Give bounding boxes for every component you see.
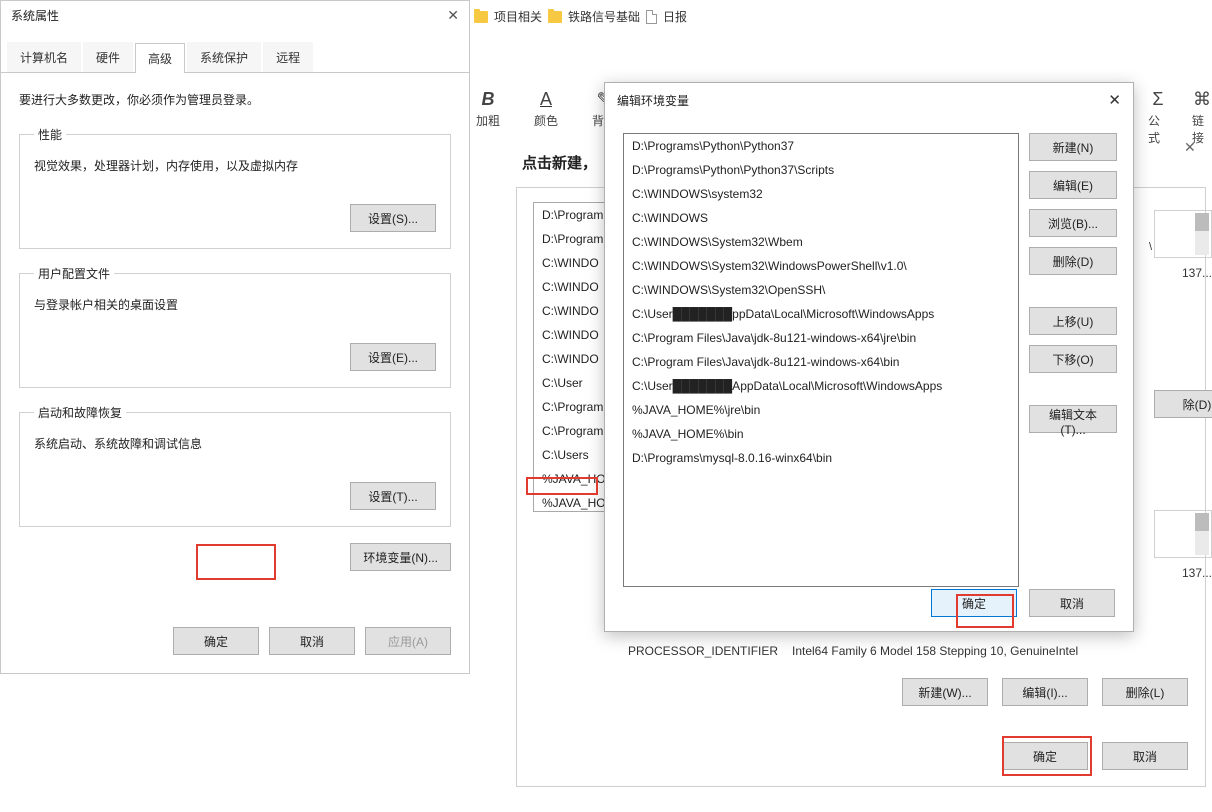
cancel-button[interactable]: 取消: [1029, 589, 1115, 617]
user-profile-group: 用户配置文件 与登录帐户相关的桌面设置 设置(E)...: [19, 265, 451, 388]
path-entry[interactable]: C:\WINDOWS\System32\WindowsPowerShell\v1…: [624, 254, 1018, 278]
file-icon: [646, 10, 657, 24]
system-properties-window: 系统属性 ✕ 计算机名硬件高级系统保护远程 要进行大多数更改，你必须作为管理员登…: [0, 0, 470, 674]
tool-label: 公式: [1148, 112, 1168, 146]
settings-button[interactable]: 设置(S)...: [350, 204, 436, 232]
env-value: Intel64 Family 6 Model 158 Stepping 10, …: [792, 644, 1078, 658]
breadcrumb-item[interactable]: 日报: [663, 8, 687, 25]
link-icon: ⌘: [1193, 88, 1211, 110]
color-icon: A: [540, 88, 552, 110]
path-entry[interactable]: %JAVA_HOME%\bin: [624, 422, 1018, 446]
group-description: 系统启动、系统故障和调试信息: [34, 435, 436, 452]
format-toolbar: B 加粗 A 颜色 ✎ 背景: [476, 88, 616, 129]
settings-button[interactable]: 设置(T)...: [350, 482, 436, 510]
admin-note: 要进行大多数更改，你必须作为管理员登录。: [19, 91, 451, 108]
sigma-icon: Σ: [1152, 88, 1163, 110]
folder-icon: [474, 11, 488, 23]
cancel-button[interactable]: 取消: [1102, 742, 1188, 770]
link-tool[interactable]: ⌘ 链接: [1192, 88, 1212, 146]
instruction-text: 点击新建，: [522, 152, 597, 173]
tool-label: 颜色: [534, 112, 558, 129]
path-entry[interactable]: C:\Program Files\Java\jdk-8u121-windows-…: [624, 350, 1018, 374]
edit-button[interactable]: 编辑(I)...: [1002, 678, 1088, 706]
path-entry[interactable]: D:\Programs\mysql-8.0.16-winx64\bin: [624, 446, 1018, 470]
settings-button[interactable]: 设置(E)...: [350, 343, 436, 371]
new-button[interactable]: 新建(W)...: [902, 678, 988, 706]
bold-icon: B: [482, 88, 495, 110]
path-entry[interactable]: C:\Program Files\Java\jdk-8u121-windows-…: [624, 326, 1018, 350]
delete-button[interactable]: 删除(D): [1029, 247, 1117, 275]
path-entry[interactable]: D:\Programs\Python\Python37: [624, 134, 1018, 158]
tool-label: 加粗: [476, 112, 500, 129]
edit-button[interactable]: 编辑(E): [1029, 171, 1117, 199]
color-tool[interactable]: A 颜色: [534, 88, 558, 129]
tab-0[interactable]: 计算机名: [7, 42, 81, 72]
fragment-text: 137...: [1154, 566, 1212, 580]
partial-panel-right: \ 137... 除(D) 137...: [1154, 210, 1212, 596]
path-entry[interactable]: C:\User███████AppData\Local\Microsoft\Wi…: [624, 374, 1018, 398]
close-icon[interactable]: ✕: [1108, 91, 1121, 109]
environment-variables-button[interactable]: 环境变量(N)...: [350, 543, 451, 571]
dialog-title: 编辑环境变量: [617, 92, 689, 109]
path-entry[interactable]: C:\WINDOWS\System32\Wbem: [624, 230, 1018, 254]
path-entry[interactable]: C:\WINDOWS: [624, 206, 1018, 230]
breadcrumb-item[interactable]: 铁路信号基础: [568, 8, 640, 25]
path-entries-list[interactable]: D:\Programs\Python\Python37D:\Programs\P…: [623, 133, 1019, 587]
window-title: 系统属性: [11, 7, 59, 24]
delete-button-fragment[interactable]: 除(D): [1154, 390, 1212, 418]
format-toolbar-right: Σ 公式 ⌘ 链接: [1148, 88, 1212, 146]
env-key: PROCESSOR_IDENTIFIER: [628, 644, 792, 658]
move-up-button[interactable]: 上移(U): [1029, 307, 1117, 335]
edit-environment-variable-dialog: 编辑环境变量 ✕ D:\Programs\Python\Python37D:\P…: [604, 82, 1134, 632]
apply-button: 应用(A): [365, 627, 451, 655]
group-legend: 启动和故障恢复: [34, 404, 126, 421]
tab-4[interactable]: 远程: [263, 42, 313, 72]
path-entry[interactable]: C:\User███████ppData\Local\Microsoft\Win…: [624, 302, 1018, 326]
cancel-button[interactable]: 取消: [269, 627, 355, 655]
browse-button[interactable]: 浏览(B)...: [1029, 209, 1117, 237]
group-description: 与登录帐户相关的桌面设置: [34, 296, 436, 313]
startup-recovery-group: 启动和故障恢复 系统启动、系统故障和调试信息 设置(T)...: [19, 404, 451, 527]
path-entry[interactable]: C:\WINDOWS\System32\OpenSSH\: [624, 278, 1018, 302]
path-entry[interactable]: C:\WINDOWS\system32: [624, 182, 1018, 206]
group-description: 视觉效果，处理器计划，内存使用，以及虚拟内存: [34, 157, 436, 174]
ok-button[interactable]: 确定: [931, 589, 1017, 617]
folder-icon: [548, 11, 562, 23]
ok-button[interactable]: 确定: [173, 627, 259, 655]
group-legend: 性能: [34, 126, 66, 143]
bold-tool[interactable]: B 加粗: [476, 88, 500, 129]
edit-text-button[interactable]: 编辑文本(T)...: [1029, 405, 1117, 433]
group-legend: 用户配置文件: [34, 265, 114, 282]
path-entry[interactable]: D:\Programs\Python\Python37\Scripts: [624, 158, 1018, 182]
ok-button[interactable]: 确定: [1002, 742, 1088, 770]
path-entry[interactable]: %JAVA_HOME%\jre\bin: [624, 398, 1018, 422]
formula-tool[interactable]: Σ 公式: [1148, 88, 1168, 146]
tab-3[interactable]: 系统保护: [187, 42, 261, 72]
tab-bar: 计算机名硬件高级系统保护远程: [1, 42, 469, 73]
tab-1[interactable]: 硬件: [83, 42, 133, 72]
performance-group: 性能 视觉效果，处理器计划，内存使用，以及虚拟内存 设置(S)...: [19, 126, 451, 249]
env-bottom-buttons: 新建(W)... 编辑(I)... 删除(L): [902, 678, 1188, 706]
list-action-buttons: 新建(N) 编辑(E) 浏览(B)... 删除(D) 上移(U) 下移(O) 编…: [1029, 133, 1117, 443]
breadcrumb: 项目相关 铁路信号基础 日报: [474, 8, 687, 25]
fragment-text: \: [1149, 241, 1152, 253]
close-icon[interactable]: ✕: [1184, 139, 1196, 156]
delete-button[interactable]: 删除(L): [1102, 678, 1188, 706]
close-icon[interactable]: ✕: [447, 7, 459, 24]
new-button[interactable]: 新建(N): [1029, 133, 1117, 161]
move-down-button[interactable]: 下移(O): [1029, 345, 1117, 373]
breadcrumb-item[interactable]: 项目相关: [494, 8, 542, 25]
env-dialog-buttons: 确定 取消: [1002, 742, 1188, 770]
processor-row: PROCESSOR_IDENTIFIER Intel64 Family 6 Mo…: [628, 644, 1168, 658]
fragment-text: 137...: [1154, 266, 1212, 280]
tab-2[interactable]: 高级: [135, 43, 185, 73]
